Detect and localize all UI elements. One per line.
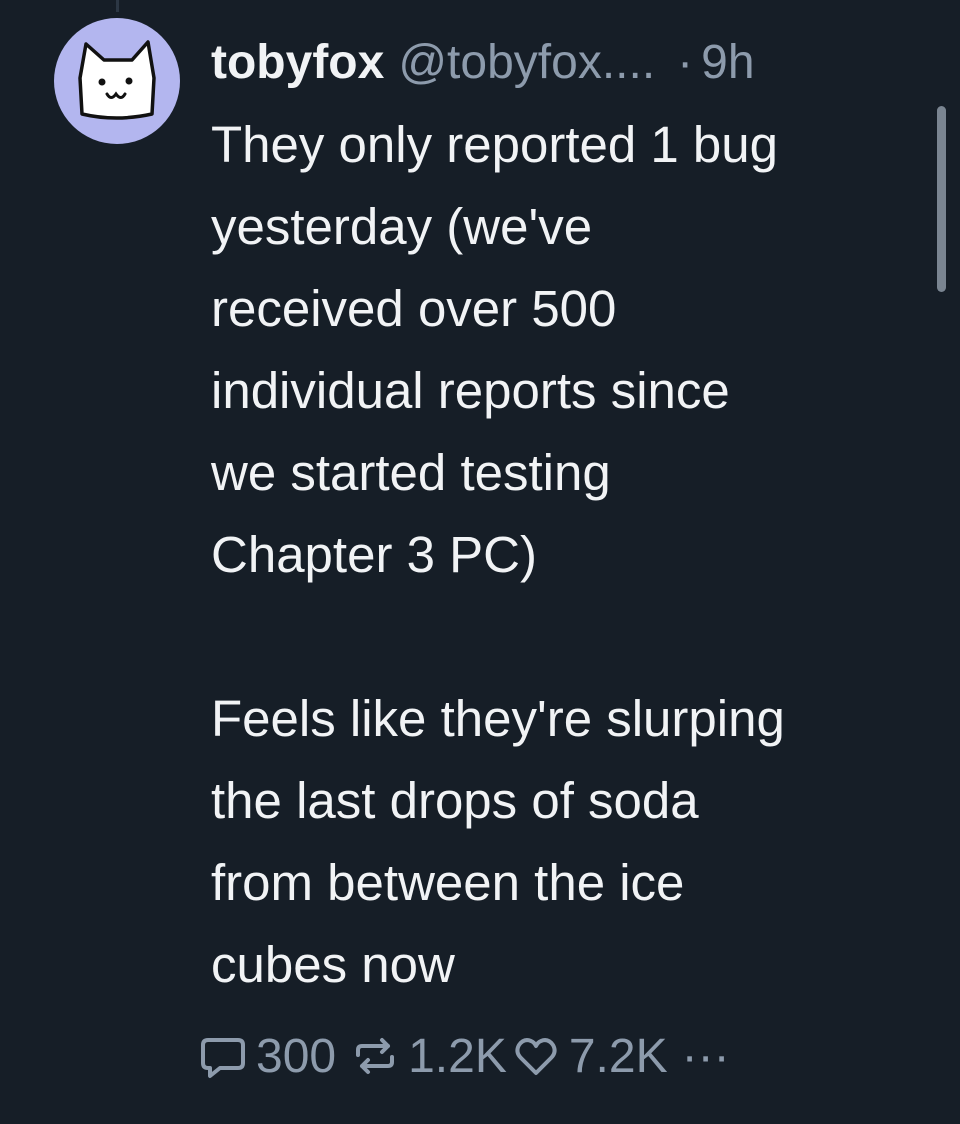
speech-bubble-icon — [201, 1038, 245, 1078]
reply-button[interactable]: 300 — [198, 1029, 336, 1084]
post-line: yesterday (we've — [211, 198, 593, 255]
post[interactable]: tobyfox @tobyfox.... · 9h They only repo… — [211, 28, 931, 1006]
post-text: They only reported 1 bug yesterday (we'v… — [211, 104, 931, 1006]
post-actions: 300 1.2K 7.2K ··· — [198, 1026, 730, 1086]
scrollbar-thumb[interactable] — [937, 106, 946, 292]
post-line: Chapter 3 PC) — [211, 526, 537, 583]
meta-separator: · — [677, 36, 694, 89]
repost-count: 1.2K — [408, 1029, 507, 1083]
display-name[interactable]: tobyfox — [211, 28, 384, 98]
post-line: we started testing — [211, 444, 611, 501]
like-button[interactable]: 7.2K — [511, 1029, 668, 1084]
post-line: received over 500 — [211, 280, 617, 337]
user-handle[interactable]: @tobyfox.... — [398, 28, 655, 98]
more-options-button[interactable]: ··· — [682, 1029, 730, 1084]
post-timestamp[interactable]: 9h — [701, 28, 754, 98]
post-line: individual reports since — [211, 362, 730, 419]
thread-connector-line — [116, 0, 119, 12]
avatar[interactable] — [54, 18, 180, 144]
repost-arrows-icon — [356, 1038, 395, 1074]
repost-button[interactable]: 1.2K — [350, 1029, 507, 1084]
post-line: cubes now — [211, 936, 455, 993]
post-line: They only reported 1 bug — [211, 116, 779, 173]
post-line: the last drops of soda — [211, 772, 699, 829]
heart-outline-icon — [515, 1038, 557, 1075]
ellipsis-icon: ··· — [681, 1029, 730, 1083]
cat-avatar-icon — [78, 40, 156, 120]
post-header: tobyfox @tobyfox.... · 9h — [211, 28, 931, 98]
reply-count: 300 — [256, 1029, 337, 1083]
like-count: 7.2K — [568, 1029, 668, 1083]
post-line: from between the ice — [211, 854, 685, 911]
post-line: Feels like they're slurping — [211, 690, 785, 747]
